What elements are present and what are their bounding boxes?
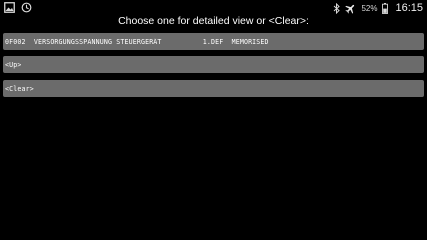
airplane-mode-icon (345, 3, 356, 14)
status-bar-right: 52% 16:15 (333, 1, 423, 15)
status-bar: 52% 16:15 (0, 0, 427, 16)
list-item-label: <Clear> (5, 84, 34, 93)
bluetooth-icon (333, 2, 341, 14)
battery-percent: 52% (361, 3, 378, 13)
prompt-text: Choose one for detailed view or <Clear>: (118, 15, 309, 27)
list-item-clear[interactable]: <Clear> (3, 80, 424, 97)
battery-icon (382, 2, 389, 14)
selection-list: 0F002 VERSORGUNGSSPANNUNG STEUERGERÄT 1.… (3, 33, 424, 103)
status-bar-left (4, 2, 32, 13)
clock: 16:15 (395, 2, 423, 14)
list-item-label: 0F002 VERSORGUNGSSPANNUNG STEUERGERÄT 1.… (5, 37, 269, 46)
list-item-up[interactable]: <Up> (3, 56, 424, 73)
gallery-icon (4, 2, 15, 13)
sync-icon (21, 2, 32, 13)
list-item-label: <Up> (5, 60, 22, 69)
app-screen: 52% 16:15 Choose one for detailed view o… (0, 0, 427, 240)
list-item-fault-code[interactable]: 0F002 VERSORGUNGSSPANNUNG STEUERGERÄT 1.… (3, 33, 424, 50)
